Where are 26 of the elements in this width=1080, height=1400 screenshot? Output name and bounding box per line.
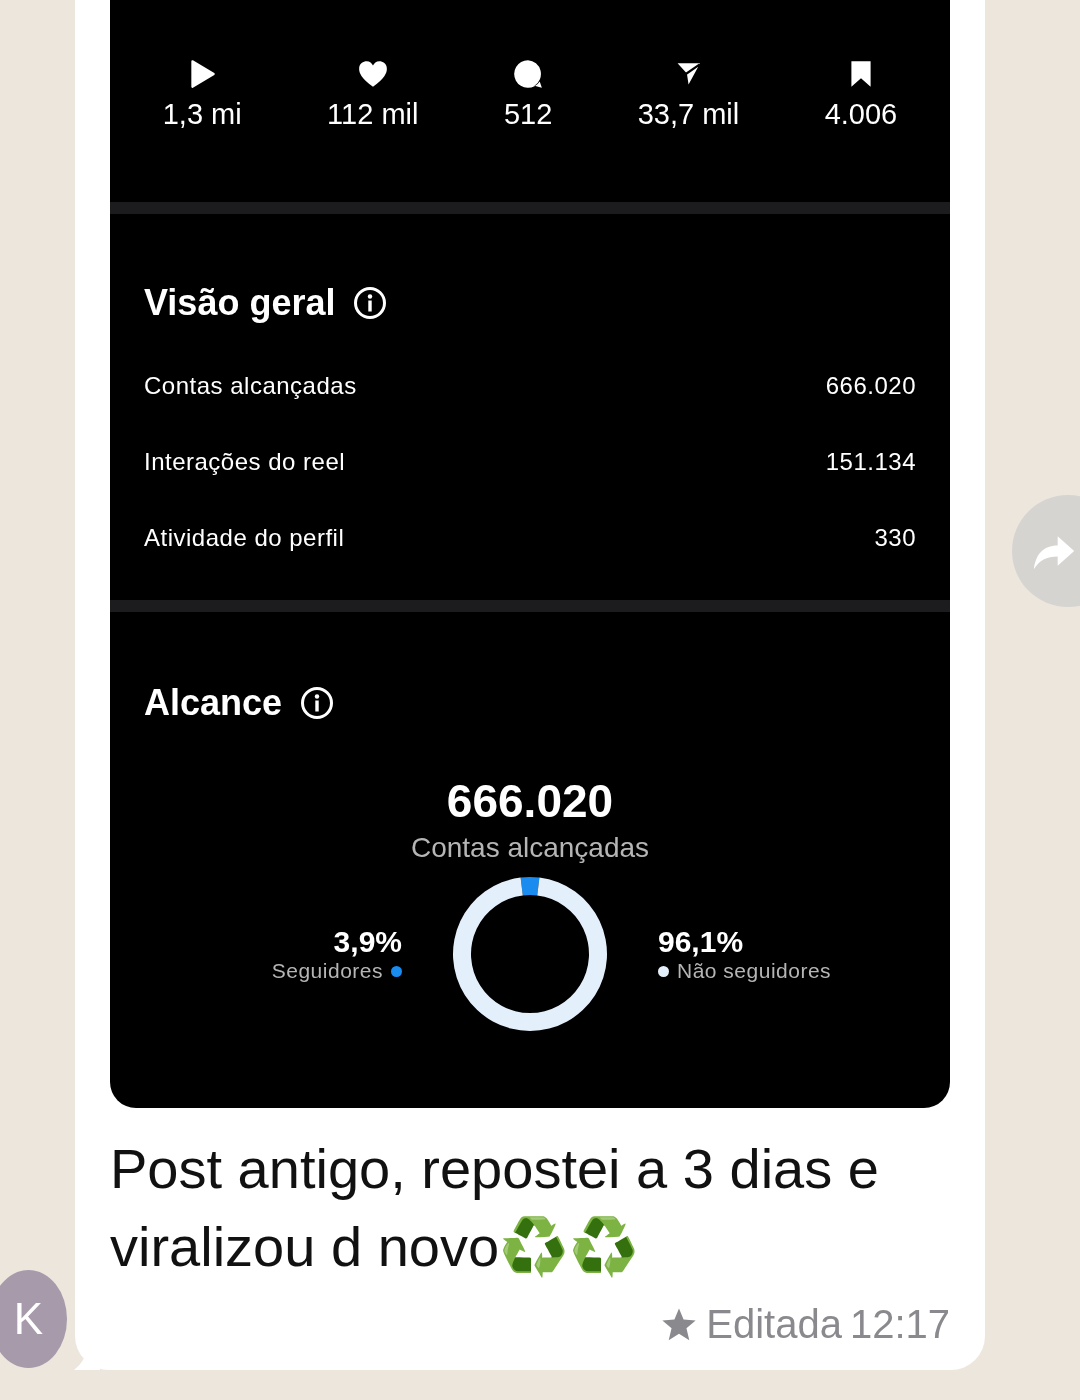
comment-icon xyxy=(512,58,545,90)
legend-percent: 96,1% xyxy=(658,925,744,959)
metric-label: Interações do reel xyxy=(144,448,346,476)
reach-subtitle: Contas alcançadas xyxy=(410,832,650,864)
reach-total: 666.020 xyxy=(446,774,614,828)
legend-label: Seguidores xyxy=(271,959,383,983)
metric-value: 666.020 xyxy=(825,372,916,400)
legend-label: Não seguidores xyxy=(677,959,832,983)
legend-percent: 3,9% xyxy=(333,925,402,959)
message-text: Post antigo, repostei a 3 dias e viralizou d novo♻♻ xyxy=(110,1136,880,1280)
info-icon[interactable] xyxy=(353,286,388,320)
avatar[interactable]: K xyxy=(0,1270,67,1368)
stat-value: 112 mil xyxy=(327,98,419,131)
stat-value: 4.006 xyxy=(824,98,898,131)
metric-value: 330 xyxy=(874,524,916,552)
info-icon[interactable] xyxy=(300,686,335,720)
edited-label: Editada xyxy=(706,1302,842,1347)
metric-label: Atividade do perfil xyxy=(144,524,345,552)
stat-value: 33,7 mil xyxy=(637,98,740,131)
message-time: 12:17 xyxy=(849,1302,950,1347)
metric-label: Contas alcançadas xyxy=(144,372,357,400)
section-title: Alcance xyxy=(144,682,283,724)
stat-value: 512 xyxy=(503,98,553,131)
section-title: Visão geral xyxy=(144,282,336,324)
stat-value: 1,3 mi xyxy=(162,98,242,131)
metric-value: 151.134 xyxy=(825,448,916,476)
